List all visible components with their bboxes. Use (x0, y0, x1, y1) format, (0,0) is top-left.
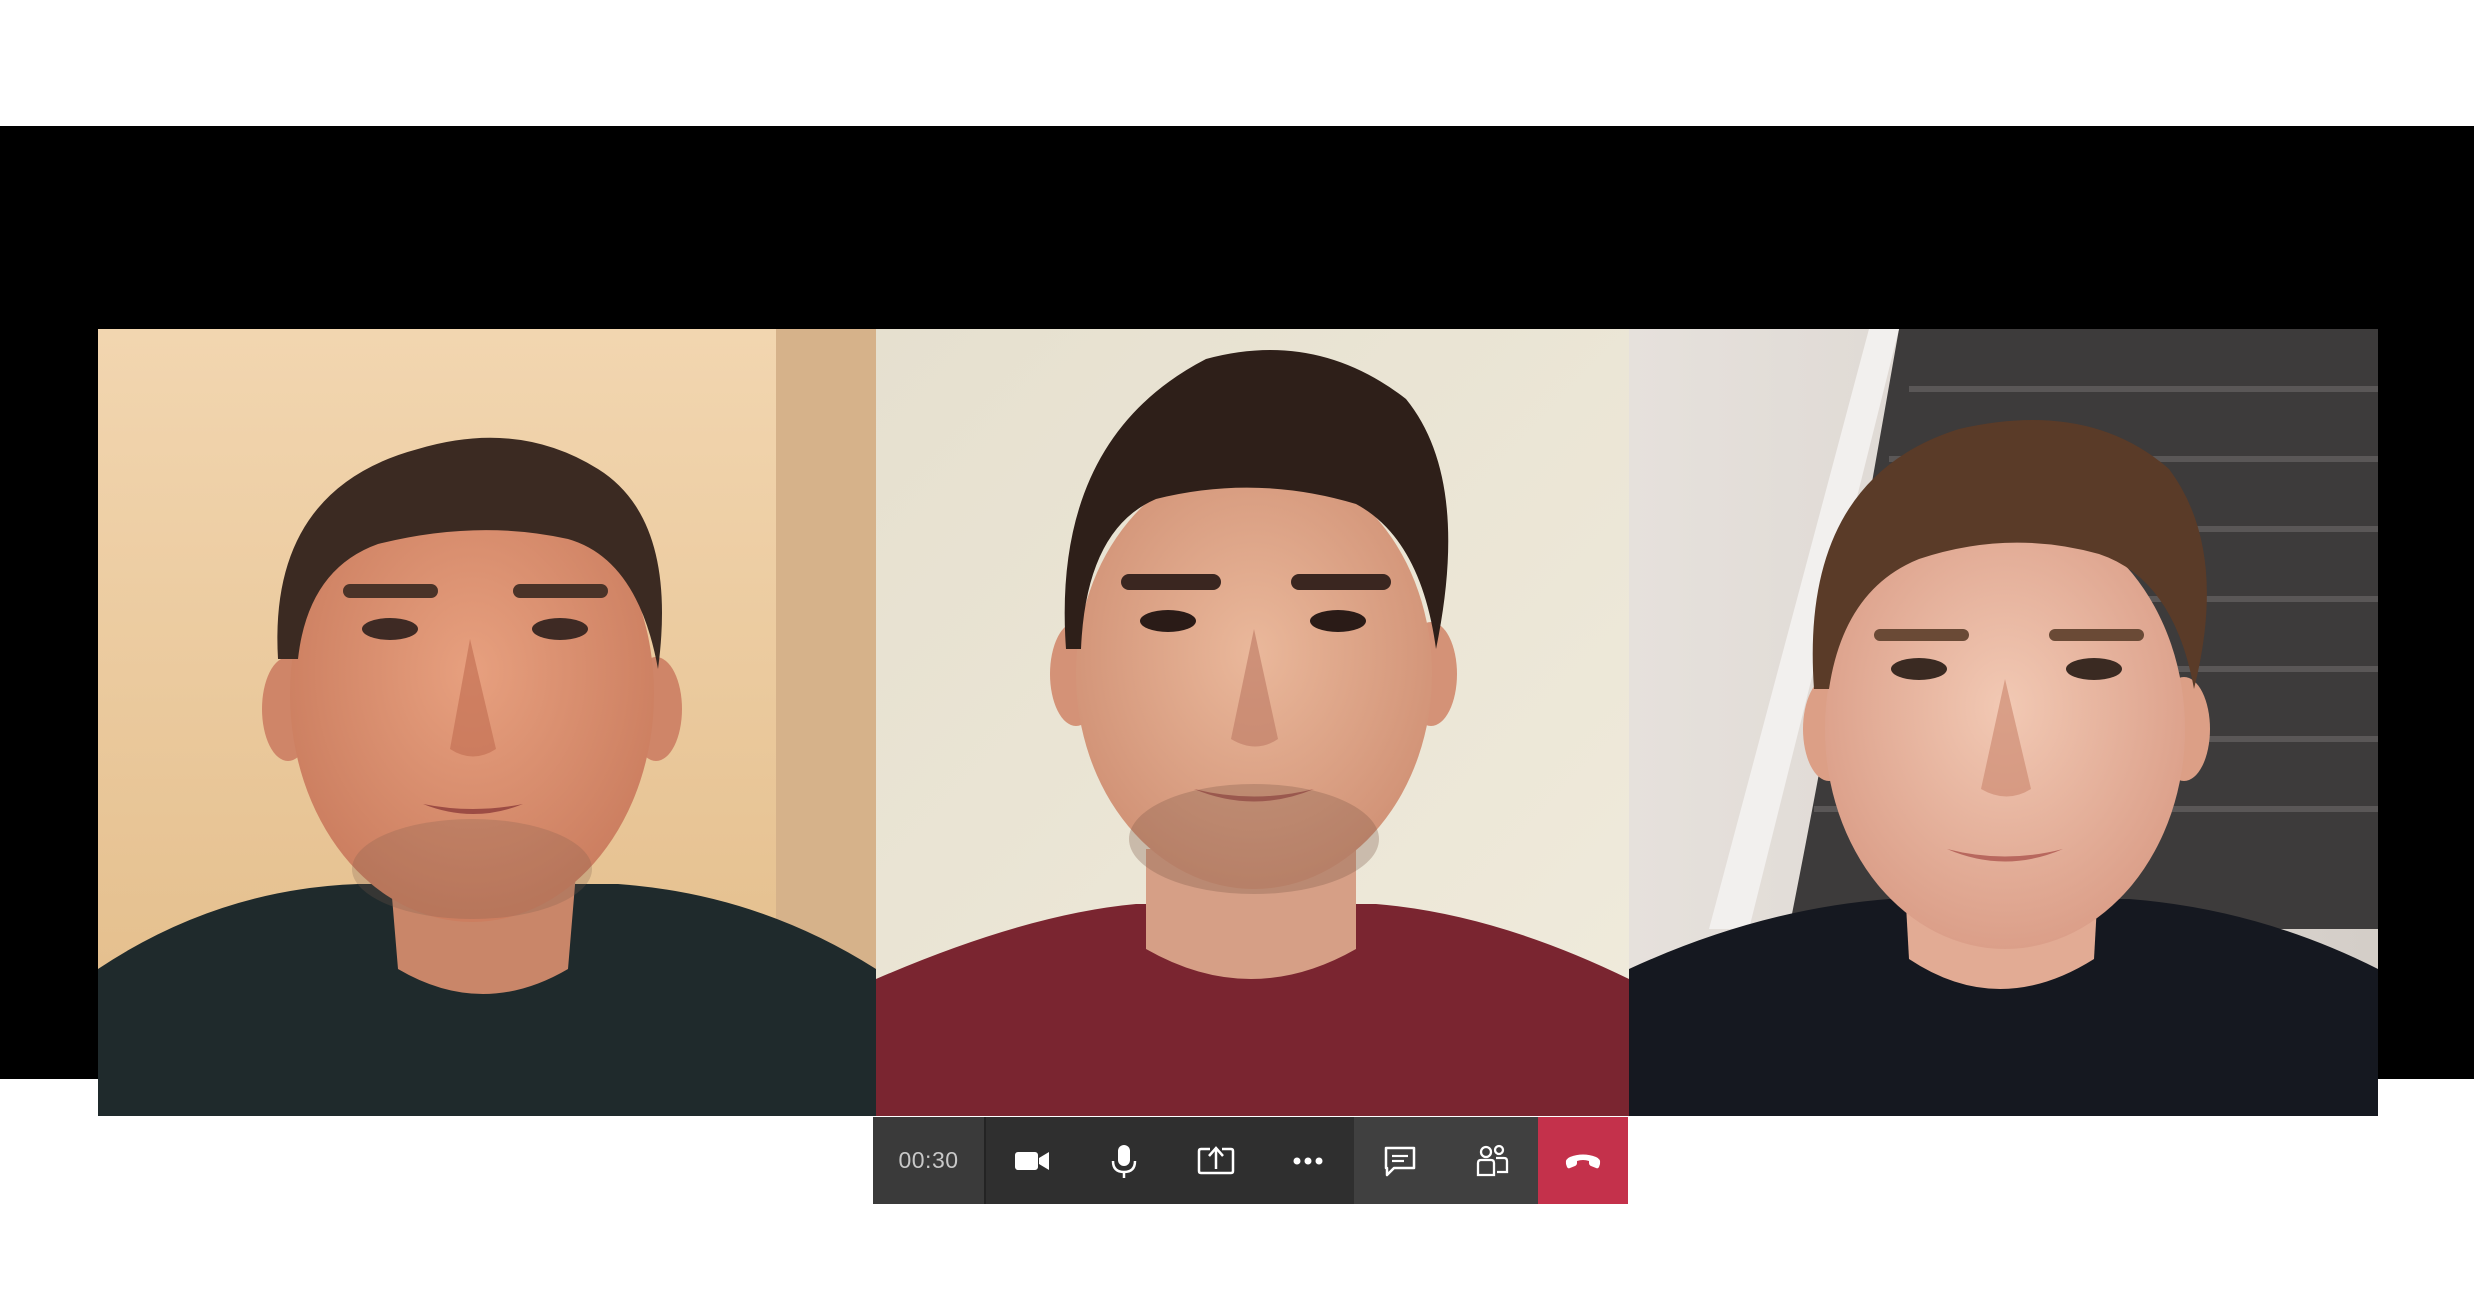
media-controls (986, 1117, 1354, 1204)
share-screen-icon (1197, 1145, 1235, 1174)
more-options-button[interactable] (1262, 1117, 1354, 1204)
camera-toggle-button[interactable] (986, 1117, 1078, 1204)
chat-button[interactable] (1354, 1117, 1446, 1204)
participant-video-1[interactable] (98, 329, 876, 1116)
microphone-icon (1111, 1144, 1137, 1178)
more-options-icon (1293, 1157, 1323, 1164)
participants-icon (1476, 1144, 1509, 1176)
video-camera-icon (1015, 1151, 1049, 1170)
participant-video-2[interactable] (876, 329, 1629, 1116)
hang-up-button[interactable] (1538, 1117, 1628, 1204)
participant-video-feed (876, 329, 1629, 1116)
call-toolbar: 00:30 (873, 1117, 1628, 1204)
participants-button[interactable] (1446, 1117, 1538, 1204)
participant-video-feed (1629, 329, 2378, 1116)
participant-video-3[interactable] (1629, 329, 2378, 1116)
chat-icon (1384, 1146, 1416, 1176)
hang-up-icon (1565, 1154, 1601, 1168)
call-timer: 00:30 (873, 1117, 986, 1204)
call-duration: 00:30 (898, 1147, 959, 1173)
share-screen-button[interactable] (1170, 1117, 1262, 1204)
video-call-stage: 00:30 (0, 126, 2474, 1204)
participant-video-feed (98, 329, 876, 1116)
microphone-toggle-button[interactable] (1078, 1117, 1170, 1204)
panel-controls (1354, 1117, 1538, 1204)
